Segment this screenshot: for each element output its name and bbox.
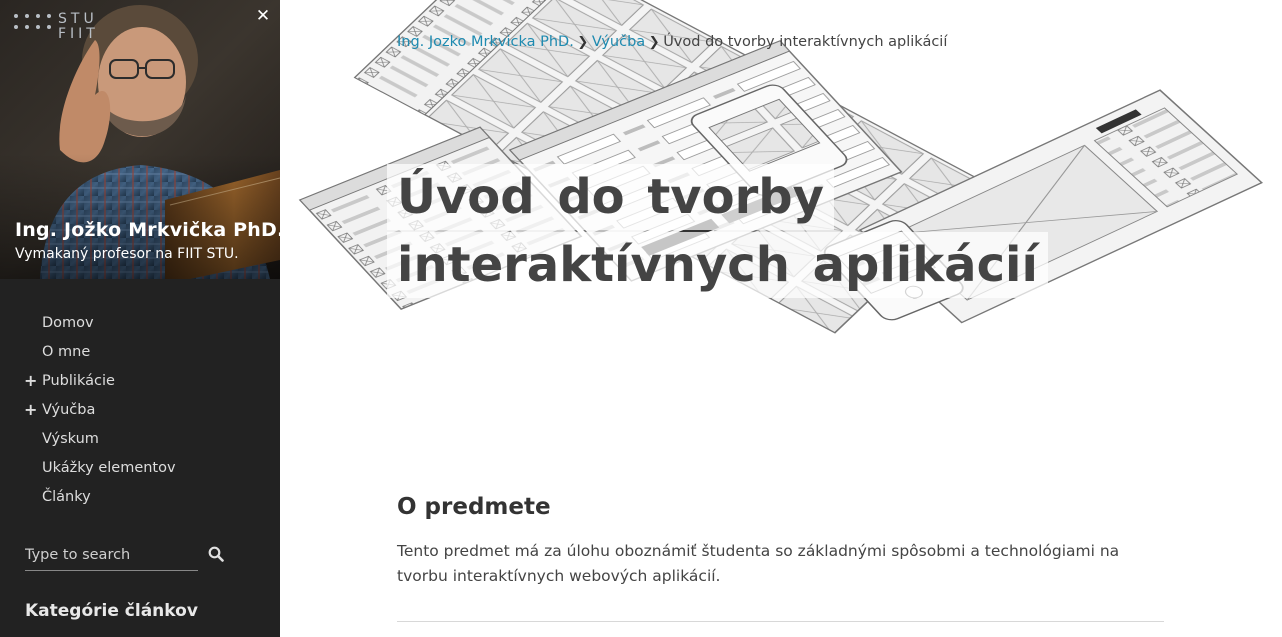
sidebar: STU FIIT ✕ Ing. Jožko Mrkvička PhD. Vyma… <box>0 0 280 637</box>
section-heading: O predmete <box>397 494 551 520</box>
nav-item-label: Publikácie <box>42 373 115 389</box>
nav-item-label: Ukážky elementov <box>42 460 176 476</box>
chevron-right-icon: ❯ <box>577 34 589 50</box>
plus-icon[interactable]: + <box>24 367 37 395</box>
plus-icon[interactable]: + <box>24 396 37 424</box>
breadcrumb-current: Úvod do tvorby interaktívnych aplikácií <box>663 34 948 50</box>
close-icon[interactable]: ✕ <box>255 7 271 25</box>
nav-item-domov[interactable]: Domov <box>0 309 280 338</box>
nav-item-o-mne[interactable]: O mne <box>0 338 280 367</box>
breadcrumb-link-vyucba[interactable]: Výučba <box>592 34 645 50</box>
section-paragraph: Tento predmet má za úlohu oboznámiť štud… <box>397 542 1120 585</box>
search-icon[interactable] <box>208 546 224 562</box>
breadcrumb-link-home[interactable]: Ing. Jozko Mrkvicka PhD. <box>397 34 574 50</box>
nav-item-label: Domov <box>42 315 94 331</box>
nav-item-ukazky-elementov[interactable]: Ukážky elementov <box>0 454 280 483</box>
logo-line2: FIIT <box>58 26 99 42</box>
search-box <box>25 540 224 571</box>
main-content: Ing. Jozko Mrkvicka PhD. ❯ Výučba ❯ Úvod… <box>280 0 1282 637</box>
page-title: Úvod do tvorby interaktívnych aplikácií <box>387 164 1048 300</box>
sidebar-nav: Domov O mne + Publikácie + Výučba Výskum U… <box>0 309 280 512</box>
author-subtitle: Vymakaný profesor na FIIT STU. <box>15 246 239 262</box>
nav-item-label: O mne <box>42 344 91 360</box>
page-title-line2: interaktívnych aplikácií <box>387 232 1048 298</box>
logo-dots-icon <box>14 14 51 29</box>
nav-item-publikacie[interactable]: + Publikácie <box>0 367 280 396</box>
chevron-right-icon: ❯ <box>648 34 660 50</box>
nav-item-vyskum[interactable]: Výskum <box>0 425 280 454</box>
nav-item-clanky[interactable]: Články <box>0 483 280 512</box>
nav-item-label: Výučba <box>42 402 96 418</box>
search-input[interactable] <box>25 540 198 571</box>
categories-heading: Kategórie článkov <box>25 601 198 621</box>
nav-item-label: Výskum <box>42 431 99 447</box>
author-name: Ing. Jožko Mrkvička PhD. <box>15 219 280 241</box>
breadcrumb: Ing. Jozko Mrkvicka PhD. ❯ Výučba ❯ Úvod… <box>397 34 947 50</box>
page-title-line1: Úvod do tvorby <box>387 164 834 230</box>
section-divider <box>397 621 1164 622</box>
logo-line1: STU <box>58 11 98 27</box>
stu-fiit-logo[interactable]: STU FIIT <box>14 12 99 42</box>
nav-item-label: Články <box>42 489 91 505</box>
nav-item-vyucba[interactable]: + Výučba <box>0 396 280 425</box>
